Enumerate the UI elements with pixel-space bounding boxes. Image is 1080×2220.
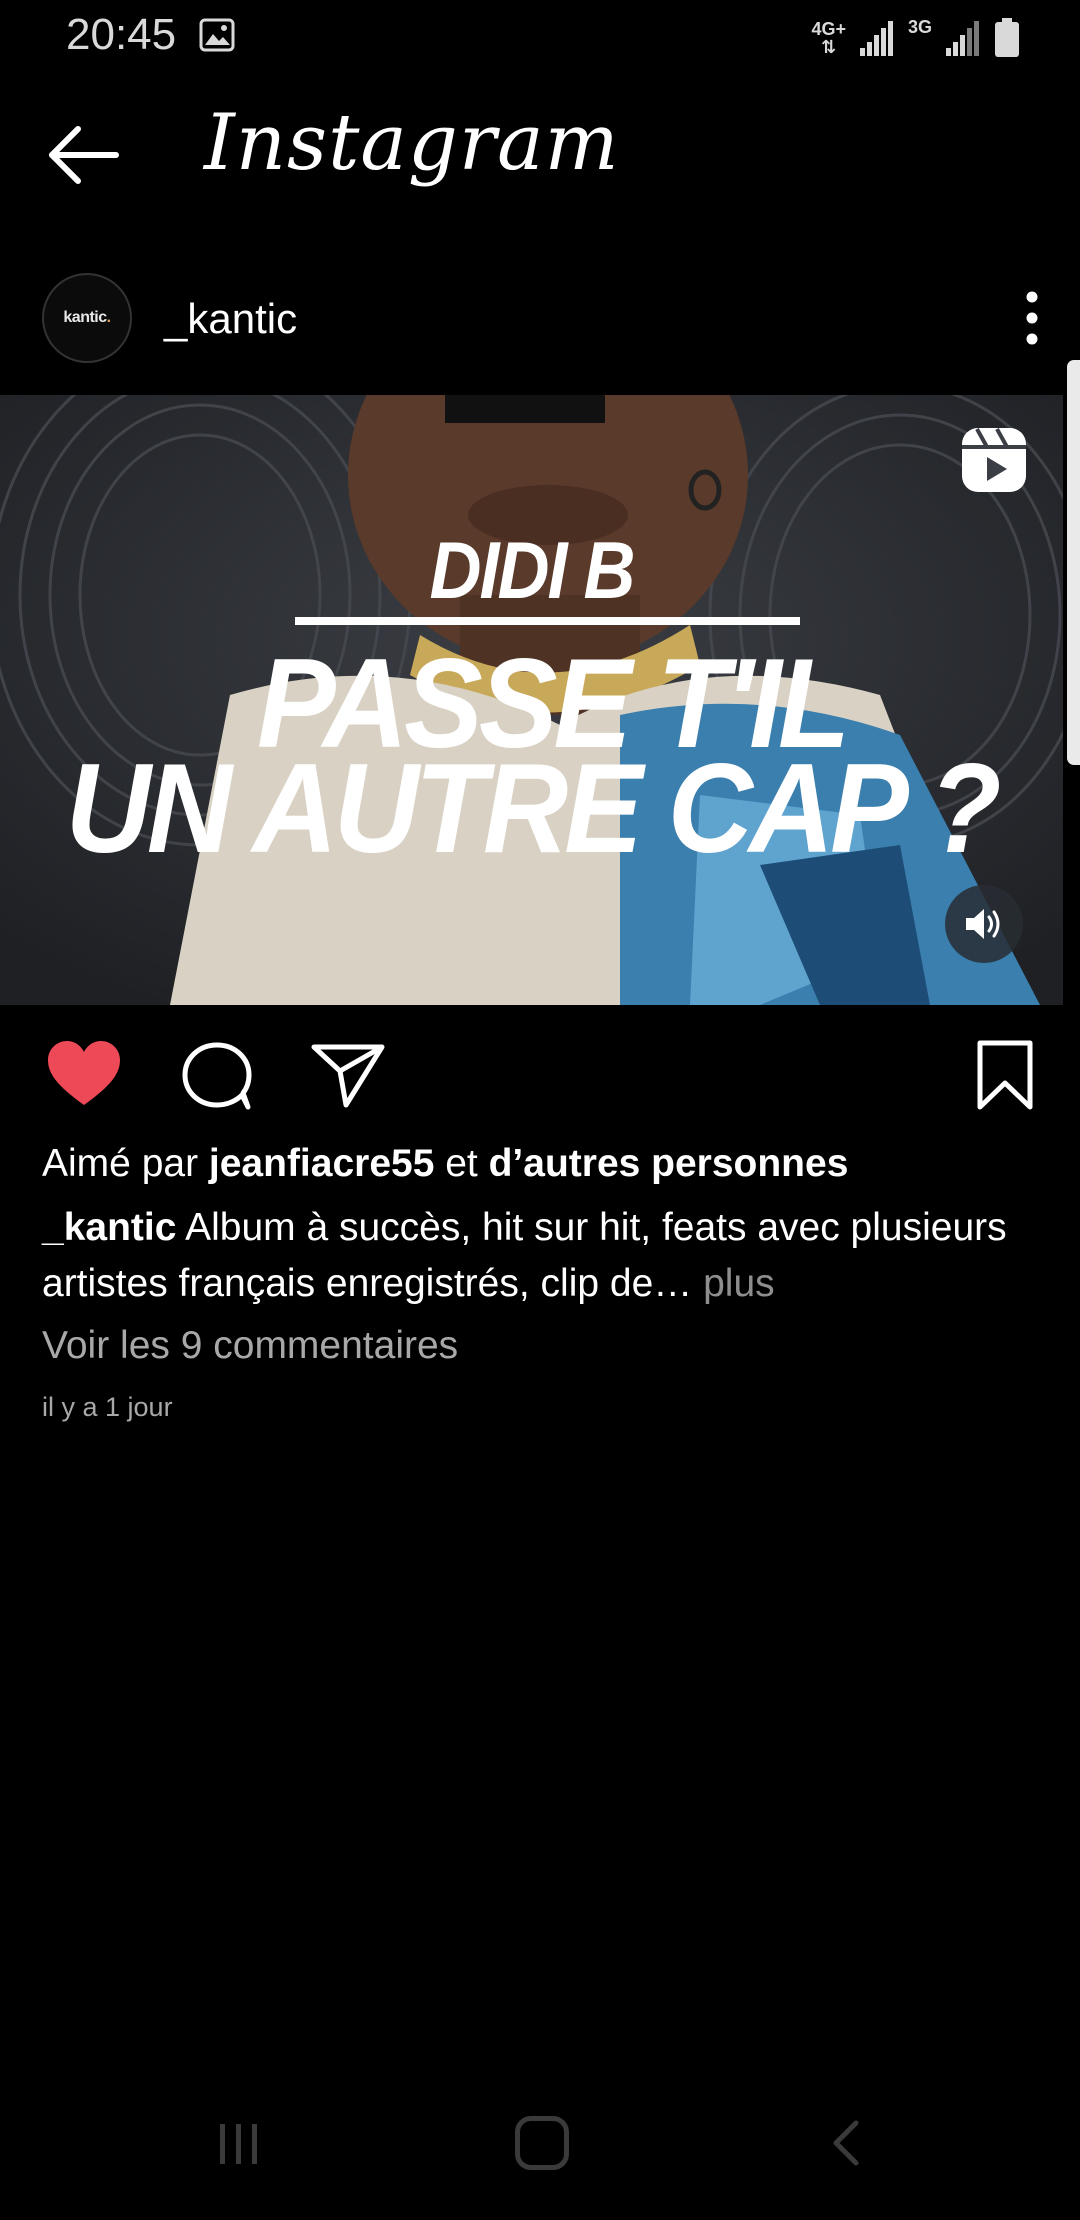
caption-user[interactable]: _kantic bbox=[42, 1206, 176, 1249]
comment-icon[interactable] bbox=[180, 1039, 256, 1111]
avatar-dot: . bbox=[106, 309, 111, 326]
volume-icon bbox=[966, 909, 1000, 939]
home-icon[interactable] bbox=[515, 2116, 569, 2170]
view-comments-link[interactable]: Voir les 9 commentaires bbox=[42, 1324, 458, 1368]
reels-icon bbox=[962, 428, 1026, 492]
likes-text[interactable]: Aimé par jeanfiacre55 et d’autres person… bbox=[42, 1142, 848, 1186]
network-4g-label: 4G+ ⇅ bbox=[811, 19, 846, 57]
overlay-divider bbox=[295, 617, 800, 625]
scrollbar[interactable] bbox=[1067, 360, 1080, 765]
app-header: Instagram bbox=[0, 90, 1080, 220]
volume-button[interactable] bbox=[945, 885, 1023, 963]
vertical-ellipsis-icon[interactable] bbox=[1012, 283, 1052, 353]
heart-filled-icon[interactable] bbox=[46, 1039, 122, 1111]
post-timestamp: il y a 1 jour bbox=[42, 1392, 173, 1422]
caption: _kantic Album à succès, hit sur hit, fea… bbox=[42, 1200, 1042, 1312]
recent-apps-icon[interactable] bbox=[214, 2118, 264, 2168]
status-right: 4G+ ⇅ 3G bbox=[811, 14, 1020, 62]
status-time: 20:45 bbox=[66, 10, 177, 59]
network-3g-label: 3G bbox=[907, 17, 932, 37]
overlay-title-line3: UN AUTRE CAP ? bbox=[65, 737, 1002, 881]
avatar[interactable]: kantic. bbox=[42, 273, 132, 363]
avatar-text: kantic bbox=[63, 309, 107, 326]
likes-middle: et bbox=[434, 1142, 489, 1185]
post-media[interactable]: DIDI B PASSE T'IL UN AUTRE CAP ? bbox=[0, 395, 1063, 1005]
signal-icon bbox=[946, 21, 979, 56]
post-actions bbox=[0, 1025, 1080, 1125]
arrow-left-icon[interactable] bbox=[44, 120, 124, 190]
post-username[interactable]: _kantic bbox=[164, 295, 297, 343]
signal-icon bbox=[859, 21, 893, 56]
status-bar: 20:45 4G+ ⇅ 3G bbox=[0, 0, 1080, 75]
post-header: kantic. _kantic bbox=[0, 265, 1080, 385]
battery-icon bbox=[995, 18, 1019, 57]
bookmark-icon[interactable] bbox=[972, 1039, 1038, 1111]
send-icon[interactable] bbox=[310, 1039, 386, 1111]
likes-prefix: Aimé par bbox=[42, 1142, 209, 1185]
likes-others[interactable]: d’autres personnes bbox=[489, 1142, 849, 1185]
app-title: Instagram bbox=[204, 98, 620, 188]
back-chevron-icon[interactable] bbox=[822, 2118, 872, 2168]
caption-text: Album à succès, hit sur hit, feats avec … bbox=[42, 1206, 1007, 1305]
overlay-title-line1: DIDI B bbox=[429, 526, 636, 616]
image-icon bbox=[199, 18, 235, 52]
system-nav-bar bbox=[0, 2100, 1080, 2190]
caption-more-link[interactable]: plus bbox=[692, 1262, 775, 1305]
likes-user[interactable]: jeanfiacre55 bbox=[209, 1142, 435, 1185]
